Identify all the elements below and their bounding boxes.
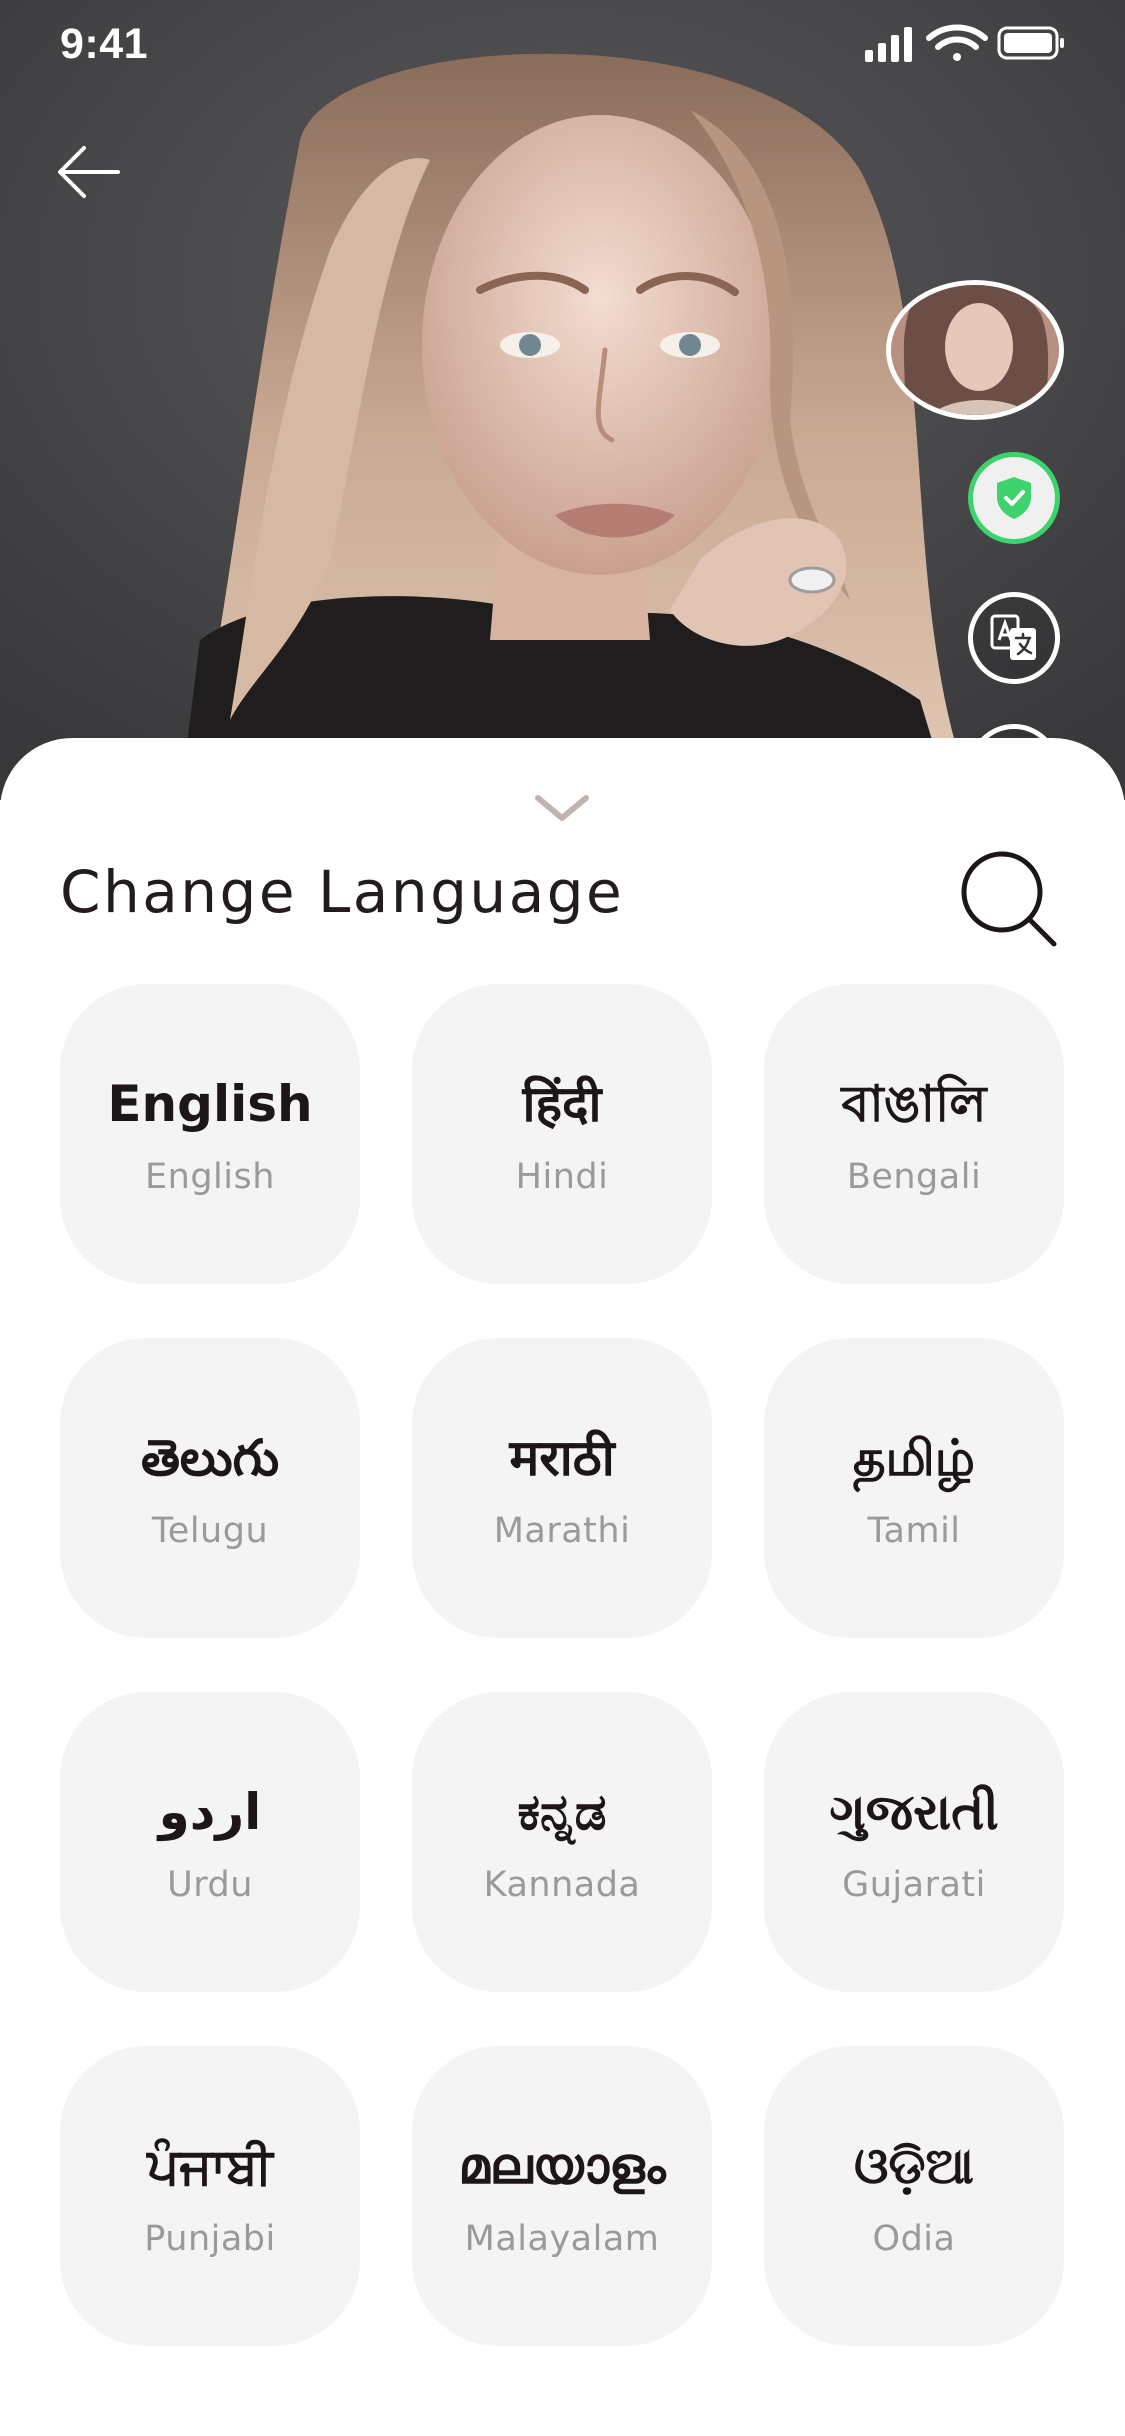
language-native-name: ಕನ್ನಡ bbox=[517, 1783, 607, 1841]
sheet-title: Change Language bbox=[60, 858, 625, 926]
language-english-name: Odia bbox=[872, 2219, 956, 2259]
language-option-malayalam[interactable]: മലയാളം Malayalam bbox=[412, 2046, 712, 2346]
language-native-name: हिंदी bbox=[522, 1075, 602, 1133]
status-icons bbox=[865, 24, 1064, 62]
language-english-name: Telugu bbox=[151, 1511, 269, 1551]
language-option-gujarati[interactable]: ગુજરાતી Gujarati bbox=[764, 1692, 1064, 1992]
language-native-name: ਪੰਜਾਬੀ bbox=[147, 2137, 273, 2195]
wifi-icon bbox=[926, 24, 988, 61]
translate-button[interactable] bbox=[968, 592, 1060, 684]
language-english-name: Urdu bbox=[167, 1865, 253, 1905]
battery-icon bbox=[997, 26, 1064, 60]
search-button[interactable] bbox=[958, 848, 1058, 948]
language-native-name: اردو bbox=[158, 1783, 262, 1841]
language-native-name: English bbox=[107, 1075, 313, 1133]
language-native-name: മലയാളം bbox=[458, 2137, 666, 2195]
language-native-name: தமிழ் bbox=[852, 1429, 976, 1487]
translate-icon bbox=[990, 614, 1036, 660]
arrow-left-icon bbox=[58, 146, 120, 198]
back-button[interactable] bbox=[48, 130, 132, 214]
shield-check-icon bbox=[997, 477, 1031, 519]
language-native-name: ગુજરાતી bbox=[829, 1783, 999, 1841]
status-time: 9:41 bbox=[60, 20, 149, 68]
language-option-english[interactable]: English English bbox=[60, 984, 360, 1284]
language-option-punjabi[interactable]: ਪੰਜਾਬੀ Punjabi bbox=[60, 2046, 360, 2346]
language-english-name: English bbox=[145, 1157, 275, 1197]
side-avatar[interactable] bbox=[886, 280, 1064, 420]
language-english-name: Marathi bbox=[493, 1511, 631, 1551]
cellular-signal-icon bbox=[865, 27, 912, 62]
language-option-telugu[interactable]: తెలుగు Telugu bbox=[60, 1338, 360, 1638]
collapse-sheet-button[interactable] bbox=[530, 788, 594, 828]
language-native-name: বাঙালি bbox=[841, 1075, 987, 1133]
language-option-urdu[interactable]: اردو Urdu bbox=[60, 1692, 360, 1992]
language-option-kannada[interactable]: ಕನ್ನಡ Kannada bbox=[412, 1692, 712, 1992]
language-english-name: Bengali bbox=[846, 1157, 982, 1197]
language-option-hindi[interactable]: हिंदी Hindi bbox=[412, 984, 712, 1284]
language-english-name: Tamil bbox=[867, 1511, 961, 1551]
language-english-name: Hindi bbox=[515, 1157, 609, 1197]
language-option-marathi[interactable]: मराठी Marathi bbox=[412, 1338, 712, 1638]
language-option-tamil[interactable]: தமிழ் Tamil bbox=[764, 1338, 1064, 1638]
language-english-name: Punjabi bbox=[144, 2219, 276, 2259]
language-sheet: Change Language English English हिंदी Hi… bbox=[0, 738, 1125, 2436]
verified-badge-button[interactable] bbox=[968, 452, 1060, 544]
language-option-odia[interactable]: ଓଡ଼ିଆ Odia bbox=[764, 2046, 1064, 2346]
status-bar: 9:41 bbox=[0, 0, 1125, 88]
language-english-name: Malayalam bbox=[464, 2219, 660, 2259]
language-native-name: मराठी bbox=[509, 1429, 615, 1487]
language-option-bengali[interactable]: বাঙালি Bengali bbox=[764, 984, 1064, 1284]
chevron-down-icon bbox=[535, 795, 589, 821]
search-icon bbox=[961, 851, 1057, 947]
language-native-name: ଓଡ଼ିଆ bbox=[854, 2137, 974, 2195]
language-native-name: తెలుగు bbox=[140, 1429, 280, 1487]
language-english-name: Kannada bbox=[483, 1865, 641, 1905]
language-grid: English English हिंदी Hindi বাঙালি Benga… bbox=[60, 984, 1066, 2346]
language-english-name: Gujarati bbox=[842, 1865, 986, 1905]
avatar-image bbox=[891, 285, 1059, 415]
